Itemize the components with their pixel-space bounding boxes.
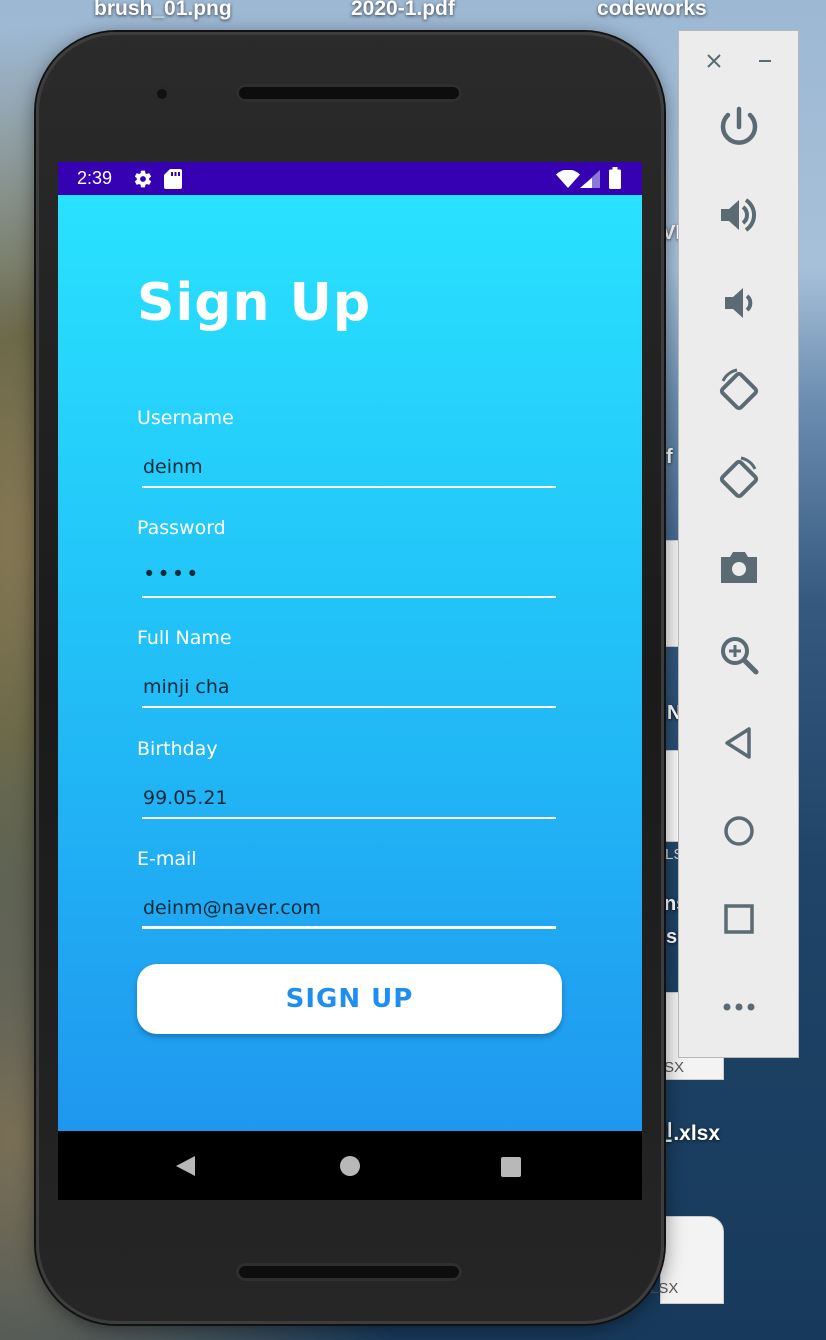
fullname-label: Full Name bbox=[137, 627, 232, 649]
birthday-label: Birthday bbox=[137, 738, 218, 760]
camera-icon[interactable] bbox=[715, 543, 763, 591]
minimize-icon[interactable] bbox=[757, 53, 773, 69]
volume-down-icon[interactable] bbox=[715, 279, 763, 327]
battery-icon bbox=[609, 167, 621, 189]
desktop-fragment-2: f bbox=[666, 446, 673, 468]
volume-up-icon[interactable] bbox=[715, 191, 763, 239]
top-speaker bbox=[236, 84, 462, 102]
more-icon[interactable] bbox=[715, 983, 763, 1031]
bottom-speaker bbox=[236, 1263, 462, 1281]
overview-icon[interactable] bbox=[715, 895, 763, 943]
desktop-file-brush[interactable]: brush_01.png bbox=[94, 0, 232, 21]
rotate-right-icon[interactable] bbox=[715, 455, 763, 503]
username-label: Username bbox=[137, 407, 234, 429]
password-label: Password bbox=[137, 517, 226, 539]
fullname-input[interactable] bbox=[142, 668, 556, 708]
nav-back-icon[interactable] bbox=[175, 1155, 197, 1177]
status-time: 2:39 bbox=[77, 168, 113, 188]
nav-overview-icon[interactable] bbox=[500, 1156, 522, 1178]
page-title: Sign Up bbox=[137, 273, 372, 333]
username-input[interactable] bbox=[142, 448, 556, 488]
desktop-fragment-8: LSX bbox=[650, 1280, 679, 1297]
email-input[interactable] bbox=[142, 889, 556, 929]
wifi-icon bbox=[556, 170, 580, 188]
settings-icon bbox=[134, 170, 152, 188]
phone-emulator: 2:39 Sign Up Username Passwor bbox=[36, 32, 664, 1324]
desktop-file-pdf[interactable]: 2020-1.pdf bbox=[351, 0, 455, 21]
signup-screen: Sign Up Username Password •••• Full Name… bbox=[58, 195, 642, 1131]
close-icon[interactable] bbox=[706, 53, 722, 69]
rotate-left-icon[interactable] bbox=[715, 367, 763, 415]
desktop-folder-codeworks[interactable]: codeworks bbox=[597, 0, 707, 21]
desktop-fragment-6: s bbox=[666, 926, 678, 948]
password-input[interactable]: •••• bbox=[142, 558, 556, 598]
zoom-icon[interactable] bbox=[715, 631, 763, 679]
status-bar: 2:39 bbox=[58, 162, 642, 195]
emulator-toolbar bbox=[678, 30, 799, 1058]
android-nav-bar bbox=[58, 1131, 642, 1200]
power-icon[interactable] bbox=[715, 103, 763, 151]
birthday-input[interactable] bbox=[142, 779, 556, 819]
email-label: E-mail bbox=[137, 848, 197, 870]
signup-button[interactable]: SIGN UP bbox=[137, 964, 562, 1034]
front-camera bbox=[154, 86, 170, 102]
signal-icon bbox=[580, 170, 600, 188]
desktop-fragment-7: SX bbox=[664, 1059, 685, 1076]
phone-screen: 2:39 Sign Up Username Passwor bbox=[58, 162, 642, 1200]
back-icon[interactable] bbox=[715, 719, 763, 767]
home-icon[interactable] bbox=[715, 807, 763, 855]
nav-home-icon[interactable] bbox=[339, 1155, 361, 1177]
sd-card-icon bbox=[164, 169, 182, 189]
